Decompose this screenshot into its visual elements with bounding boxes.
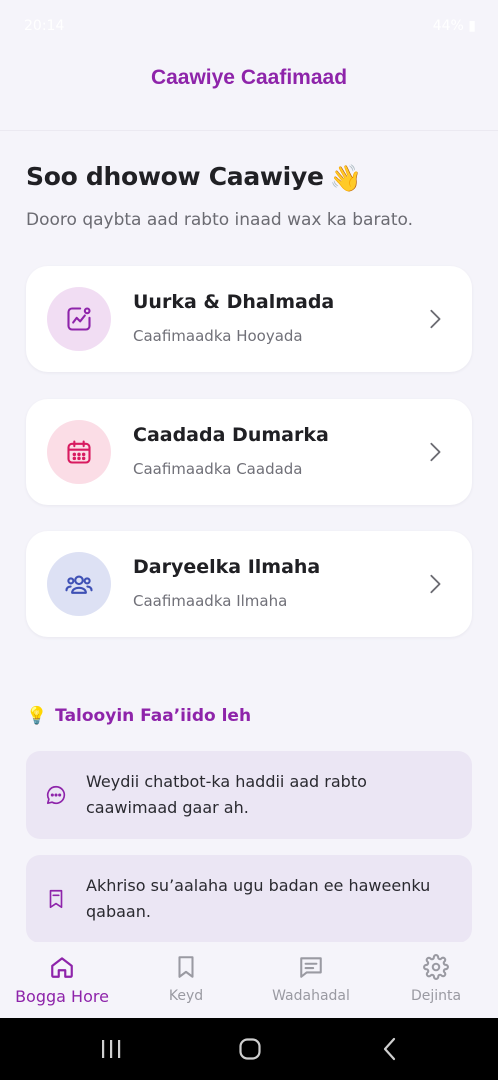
bookmark-icon bbox=[178, 956, 194, 978]
welcome-title: Soo dhowow Caawiye bbox=[26, 162, 324, 191]
nav-item-home[interactable]: Bogga Hore bbox=[0, 942, 124, 1018]
category-card-menstrual[interactable]: Caadada Dumarka Caafimaadka Caadada bbox=[26, 399, 472, 505]
card-subtitle: Caafimaadka Ilmaha bbox=[133, 592, 288, 610]
card-title: Caadada Dumarka bbox=[133, 424, 329, 446]
nav-label: Keyd bbox=[168, 988, 204, 1004]
recents-icon[interactable] bbox=[100, 1038, 122, 1060]
group-icon bbox=[47, 552, 111, 616]
card-subtitle: Caafimaadka Hooyada bbox=[133, 327, 303, 345]
nav-item-saved[interactable]: Keyd bbox=[124, 942, 248, 1018]
calendar-icon bbox=[47, 420, 111, 484]
chevron-right-icon bbox=[430, 309, 441, 329]
nav-label: Wadahadal bbox=[272, 988, 350, 1004]
category-card-pregnancy[interactable]: Uurka & Dhalmada Caafimaadka Hooyada bbox=[26, 266, 472, 372]
tip-card[interactable]: Akhriso su’aalaha ugu badan ee haweenku … bbox=[26, 855, 472, 943]
lightbulb-icon: 💡 bbox=[26, 706, 48, 726]
card-title: Daryeelka Ilmaha bbox=[133, 556, 321, 578]
nav-item-settings[interactable]: Dejinta bbox=[374, 942, 498, 1018]
waving-hand-icon: 👋 bbox=[329, 164, 362, 194]
nav-label: Dejinta bbox=[410, 988, 462, 1004]
welcome-heading: Soo dhowow Caawiye 👋 bbox=[26, 162, 362, 194]
app-title: Caawiye Caafimaad bbox=[150, 66, 348, 89]
home-button-icon[interactable] bbox=[238, 1037, 262, 1061]
bookmark-icon bbox=[49, 889, 63, 909]
category-card-childcare[interactable]: Daryeelka Ilmaha Caafimaadka Ilmaha bbox=[26, 531, 472, 637]
welcome-subtitle: Dooro qaybta aad rabto inaad wax ka bara… bbox=[26, 210, 414, 230]
bottom-navigation: Bogga Hore Keyd Wadahadal Dejinta bbox=[0, 942, 498, 1018]
status-bar: 20:14 44% ▮ bbox=[0, 0, 498, 52]
system-navigation-bar bbox=[0, 1018, 498, 1080]
chat-icon bbox=[300, 957, 322, 978]
nav-item-chat[interactable]: Wadahadal bbox=[249, 942, 373, 1018]
status-battery: 44% ▮ bbox=[432, 18, 476, 34]
tips-heading-label: Talooyin Faa’iido leh bbox=[55, 706, 252, 726]
home-icon bbox=[51, 957, 73, 978]
app-bar: Caawiye Caafimaad bbox=[0, 52, 498, 131]
chevron-right-icon bbox=[430, 442, 441, 462]
card-subtitle: Caafimaadka Caadada bbox=[133, 460, 303, 478]
tip-text: Weydii chatbot-ka haddii aad rabto caawi… bbox=[86, 772, 367, 817]
settings-icon bbox=[423, 954, 449, 980]
tip-card[interactable]: Weydii chatbot-ka haddii aad rabto caawi… bbox=[26, 751, 472, 839]
tip-text: Akhriso su’aalaha ugu badan ee haweenku … bbox=[86, 876, 431, 921]
status-time: 20:14 bbox=[24, 18, 65, 34]
chevron-right-icon bbox=[430, 574, 441, 594]
nav-label: Bogga Hore bbox=[15, 987, 109, 1006]
card-title: Uurka & Dhalmada bbox=[133, 291, 335, 313]
tips-heading: 💡 Talooyin Faa’iido leh bbox=[26, 706, 251, 726]
pregnancy-chart-icon bbox=[47, 287, 111, 351]
back-icon[interactable] bbox=[378, 1037, 402, 1061]
chat-bubble-icon bbox=[46, 785, 66, 805]
